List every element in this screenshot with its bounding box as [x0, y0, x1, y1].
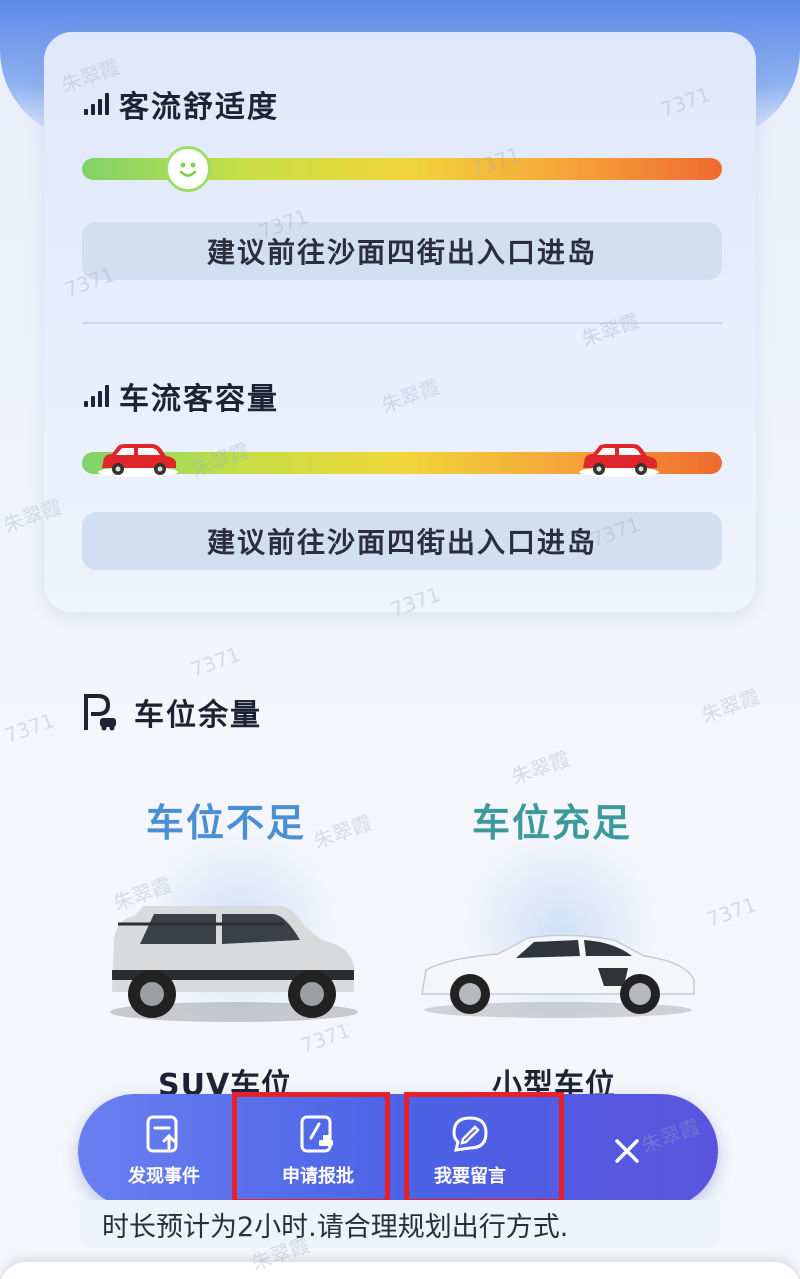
flow-card: 客流舒适度 建议前往沙面四街出入口进岛 车流客容量 建议前往沙面四街出入口进岛 [44, 32, 756, 612]
bottom-sheet [0, 1262, 800, 1279]
red-car-icon [98, 444, 178, 477]
report-event-button[interactable]: 发现事件 [118, 1094, 210, 1208]
watermark: 7371 [187, 642, 244, 682]
report-event-label: 发现事件 [128, 1166, 200, 1187]
traffic-advice: 建议前往沙面四街出入口进岛 [82, 512, 722, 570]
comfort-title: 客流舒适度 [84, 82, 279, 126]
signal-bars-icon [84, 385, 109, 407]
watermark: 朱翠霞 [508, 746, 573, 790]
travel-note: 时长预计为2小时.请合理规划出行方式. [80, 1200, 720, 1248]
small-car-status: 车位充足 [472, 801, 633, 845]
parking-title-text: 车位余量 [134, 698, 262, 733]
suv-status: 车位不足 [146, 801, 307, 845]
traffic-title-text: 车流客容量 [119, 382, 279, 417]
bottom-toolbar: 发现事件 申请报批 我要留言 [78, 1094, 718, 1208]
report-event-icon [146, 1115, 178, 1153]
traffic-title: 车流客容量 [84, 374, 279, 418]
parking-icon [84, 694, 116, 731]
comfort-title-text: 客流舒适度 [119, 90, 279, 125]
page: 客流舒适度 建议前往沙面四街出入口进岛 车流客容量 建议前往沙面四街出入口进岛 … [0, 0, 800, 1279]
red-car-icon [579, 444, 659, 477]
close-button[interactable] [598, 1122, 656, 1180]
comfort-advice: 建议前往沙面四街出入口进岛 [82, 222, 722, 280]
watermark: 朱翠霞 [698, 684, 763, 728]
parking-title: 车位余量 [82, 690, 262, 734]
close-icon [615, 1139, 639, 1163]
watermark: 朱翠霞 [310, 810, 375, 854]
small-car-image [421, 934, 695, 1018]
highlight-box-message [404, 1092, 564, 1204]
suv-car-image [110, 906, 358, 1022]
signal-bars-icon [84, 93, 109, 115]
smiley-face-icon [165, 146, 211, 192]
section-divider [82, 322, 722, 324]
highlight-box-apply [232, 1092, 390, 1204]
watermark: 7371 [1, 708, 58, 748]
watermark: 7371 [703, 892, 760, 932]
